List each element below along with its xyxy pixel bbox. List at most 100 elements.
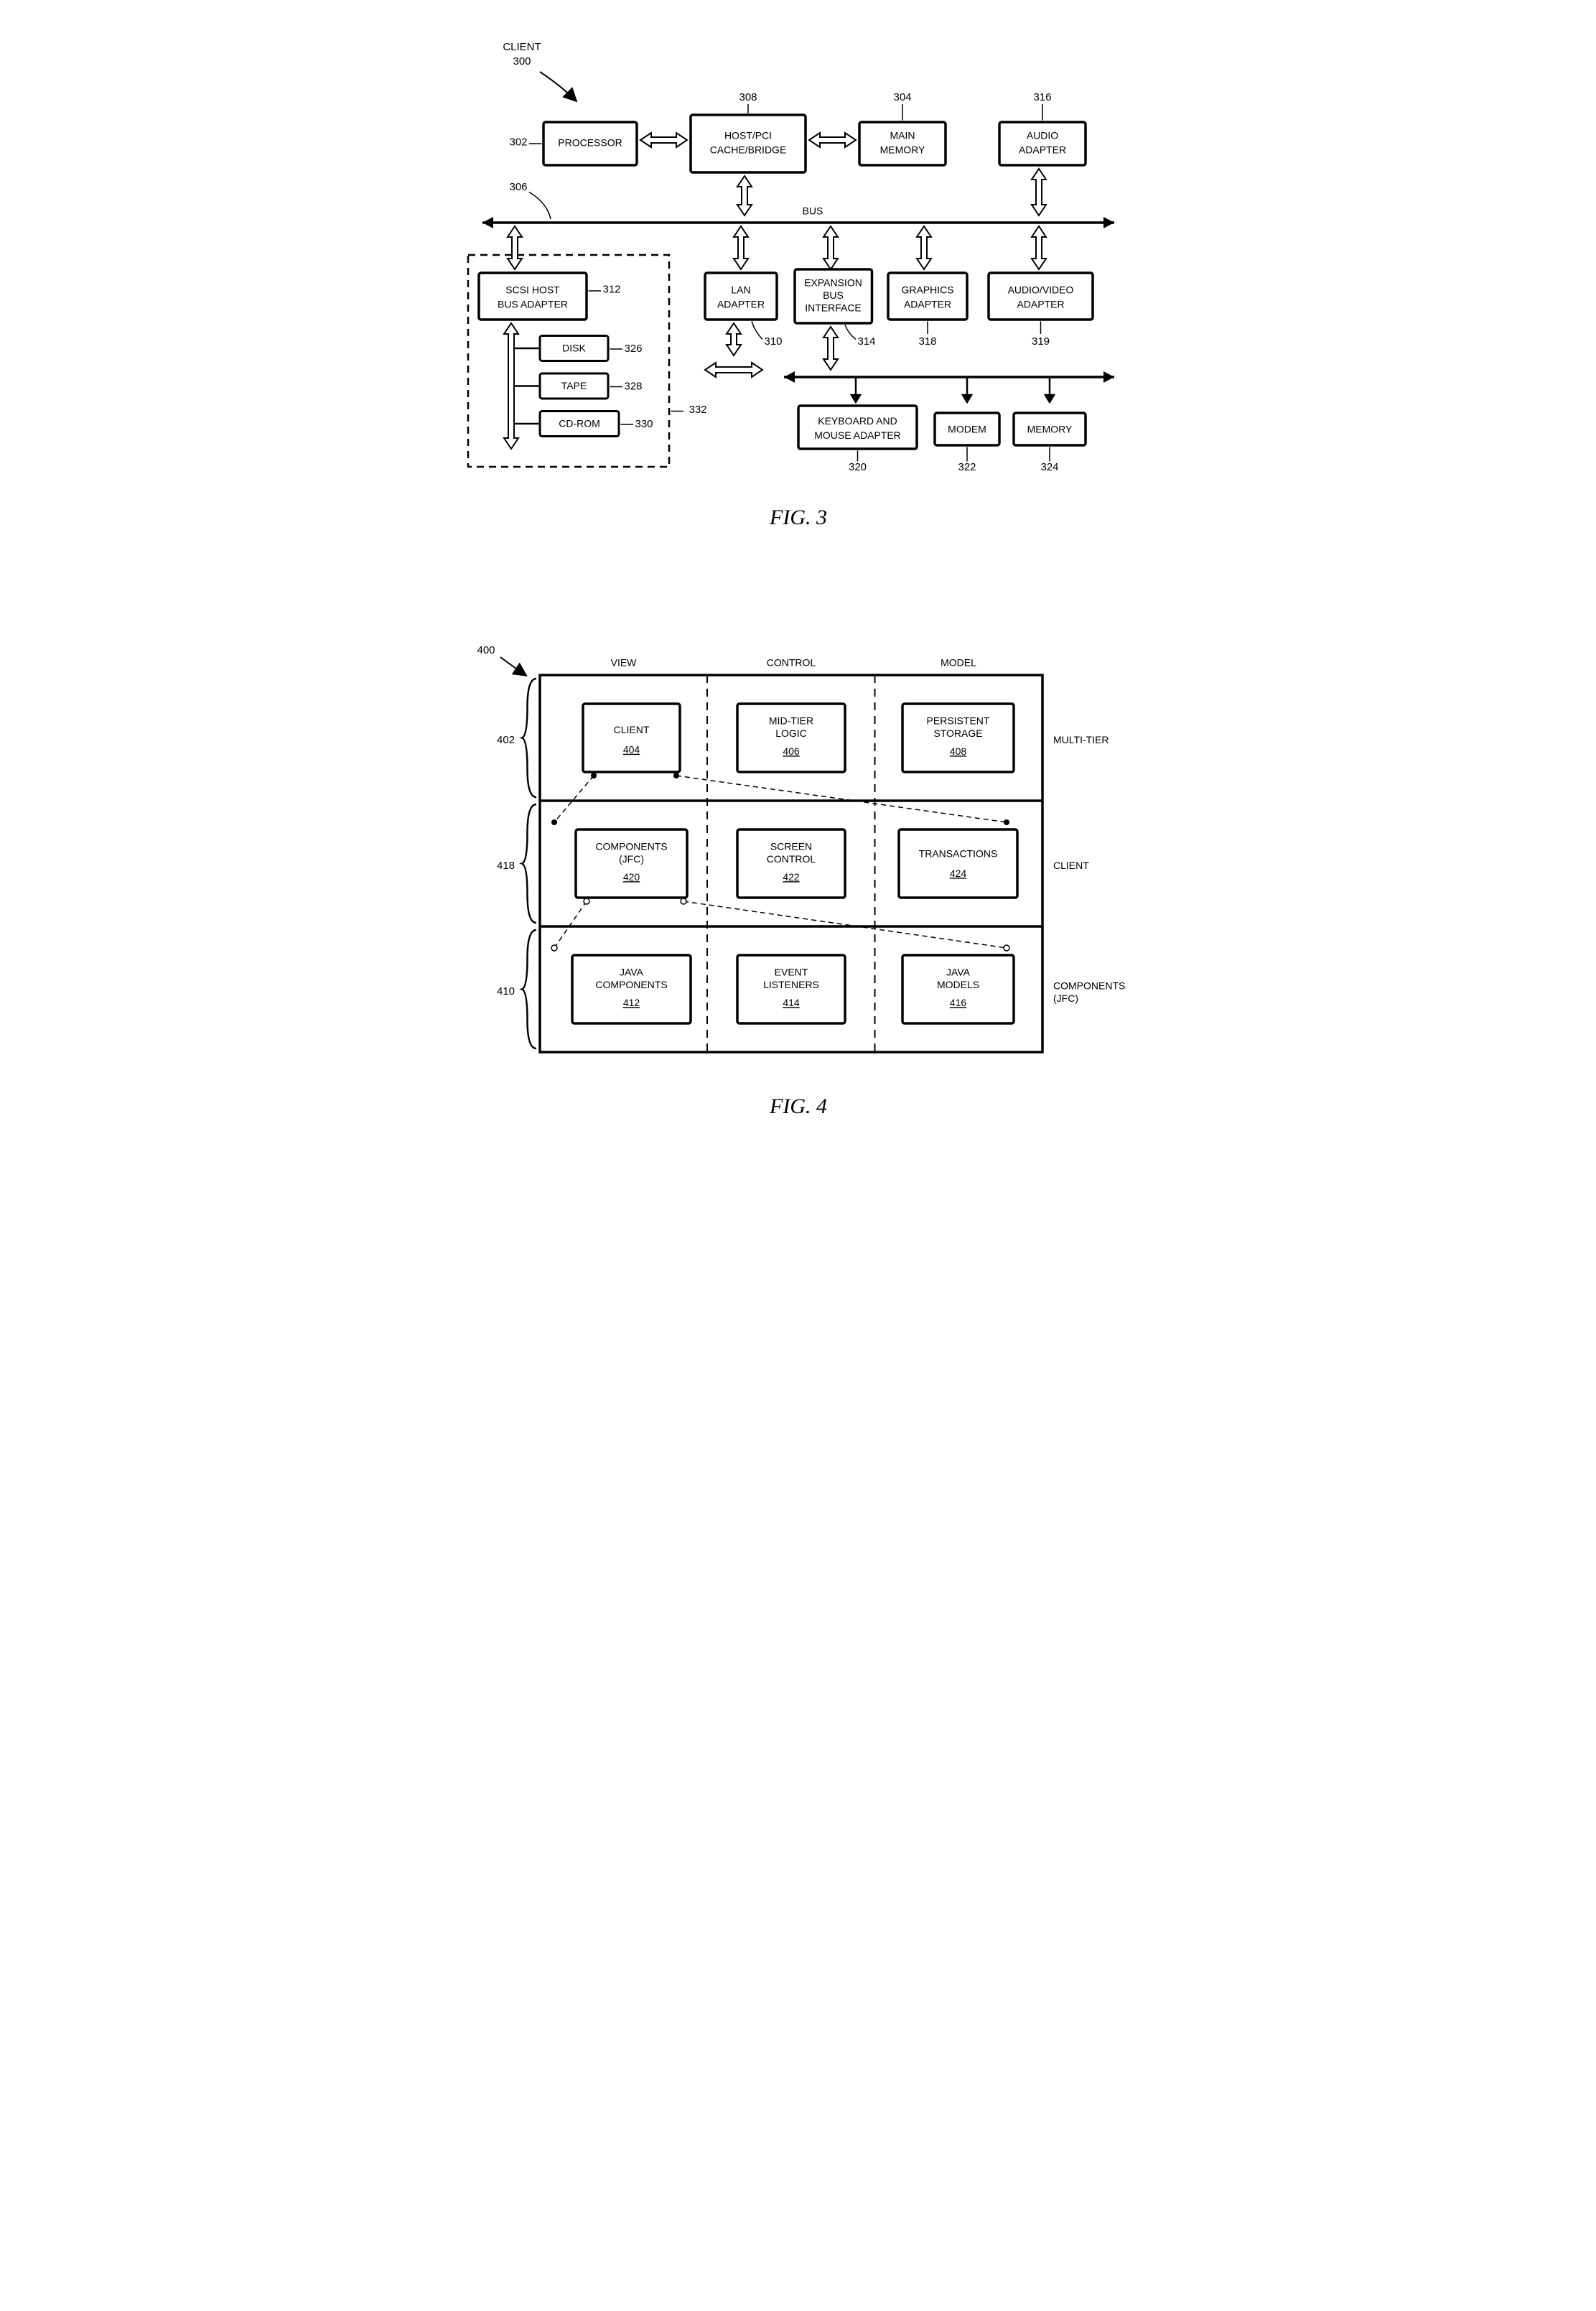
bus: BUS (482, 205, 1114, 228)
row3-ref: 410 (496, 985, 514, 998)
svg-text:MEMORY: MEMORY (1027, 424, 1072, 435)
bus-ref: 306 (509, 181, 527, 193)
svg-text:LISTENERS: LISTENERS (763, 979, 819, 990)
svg-text:JAVA: JAVA (620, 967, 644, 978)
row1-label: MULTI-TIER (1053, 734, 1109, 745)
lan-box: LAN ADAPTER (705, 273, 777, 320)
r2-view-box: COMPONENTS (JFC) 420 (576, 829, 687, 898)
processor-ref: 302 (509, 136, 527, 149)
svg-text:420: 420 (622, 871, 640, 883)
col-view: VIEW (610, 657, 637, 669)
svg-text:MAIN: MAIN (890, 130, 915, 141)
svg-text:GRAPHICS: GRAPHICS (901, 284, 953, 296)
cdrom-box: CD-ROM (540, 411, 619, 437)
row2-brace (522, 804, 536, 923)
mainmem-box: MAIN MEMORY (859, 122, 946, 165)
row3-label-l1: COMPONENTS (1053, 980, 1125, 992)
svg-text:DISK: DISK (562, 343, 586, 354)
svg-text:PERSISTENT: PERSISTENT (926, 715, 989, 727)
client-title: CLIENT (503, 41, 541, 53)
svg-text:CONTROL: CONTROL (766, 853, 816, 865)
row2-ref: 418 (496, 860, 514, 872)
r2-dashed (554, 901, 1007, 948)
svg-text:COMPONENTS: COMPONENTS (595, 841, 667, 852)
mainmem-ref: 304 (893, 91, 911, 103)
svg-text:SCSI HOST: SCSI HOST (505, 284, 560, 296)
row3-brace (522, 930, 536, 1048)
memory-box: MEMORY (1014, 413, 1086, 445)
svg-text:424: 424 (949, 868, 966, 879)
scsi-ref: 312 (602, 284, 620, 296)
lower-bus-spurs (851, 377, 1054, 402)
r1-model-box: PERSISTENT STORAGE 408 (902, 704, 1014, 772)
svg-text:STORAGE: STORAGE (933, 727, 982, 739)
svg-text:412: 412 (622, 997, 640, 1008)
svg-text:BUS: BUS (802, 205, 823, 217)
svg-text:ADAPTER: ADAPTER (903, 299, 951, 310)
hostpci-ref: 308 (739, 91, 757, 103)
r1-dashed (554, 776, 1007, 822)
svg-text:MODELS: MODELS (936, 979, 979, 990)
svg-text:JAVA: JAVA (946, 967, 971, 978)
tape-box: TAPE (540, 373, 608, 399)
figure-4: 400 VIEW CONTROL MODEL 402 MULTI-TIER 41… (439, 610, 1157, 1149)
lan-arrows (705, 323, 762, 377)
svg-text:(JFC): (JFC) (619, 853, 644, 865)
disk-ref: 326 (624, 343, 642, 355)
fig3-caption: FIG. 3 (769, 506, 827, 529)
bus-down-connectors (508, 226, 1046, 269)
r2-model-box: TRANSACTIONS 424 (899, 829, 1017, 898)
svg-text:BUS: BUS (823, 289, 844, 301)
svg-text:AUDIO: AUDIO (1026, 130, 1058, 141)
svg-text:414: 414 (783, 997, 800, 1008)
svg-text:CD-ROM: CD-ROM (559, 418, 600, 429)
svg-text:ADAPTER: ADAPTER (1018, 144, 1065, 156)
svg-text:CLIENT: CLIENT (613, 724, 649, 735)
r3-model-box: JAVA MODELS 416 (902, 955, 1014, 1023)
expbus-box: EXPANSION BUS INTERFACE (795, 269, 872, 323)
scsi-box: SCSI HOST BUS ADAPTER (479, 273, 587, 320)
r3-control-box: EVENT LISTENERS 414 (737, 955, 845, 1023)
svg-text:MOUSE ADAPTER: MOUSE ADAPTER (814, 429, 901, 441)
svg-text:404: 404 (622, 744, 640, 755)
expbus-ref: 314 (857, 335, 875, 348)
svg-text:406: 406 (783, 745, 800, 757)
svg-text:LAN: LAN (731, 284, 750, 296)
graphics-ref: 318 (918, 335, 936, 348)
svg-text:CACHE/BRIDGE: CACHE/BRIDGE (709, 144, 786, 156)
row1-brace (522, 679, 536, 797)
svg-text:INTERFACE: INTERFACE (805, 302, 862, 314)
expbus-down (823, 327, 838, 370)
fig4-ref: 400 (477, 644, 495, 656)
svg-text:TRANSACTIONS: TRANSACTIONS (918, 848, 997, 860)
col-model: MODEL (941, 657, 976, 669)
svg-text:408: 408 (949, 745, 966, 757)
row3-label-l2: (JFC) (1053, 992, 1078, 1004)
svg-text:TAPE: TAPE (561, 380, 587, 391)
col-control: CONTROL (766, 657, 816, 669)
kbmouse-ref: 320 (848, 461, 866, 473)
av-ref: 319 (1031, 335, 1049, 348)
modem-ref: 322 (958, 461, 976, 473)
svg-text:ADAPTER: ADAPTER (717, 299, 764, 310)
svg-text:LOGIC: LOGIC (775, 727, 807, 739)
tape-ref: 328 (624, 381, 642, 393)
svg-text:ADAPTER: ADAPTER (1017, 299, 1064, 310)
av-box: AUDIO/VIDEO ADAPTER (989, 273, 1093, 320)
row1-ref: 402 (496, 734, 514, 746)
svg-text:HOST/PCI: HOST/PCI (724, 130, 771, 141)
svg-text:KEYBOARD AND: KEYBOARD AND (818, 415, 897, 427)
audioadp-box: AUDIO ADAPTER (999, 122, 1086, 165)
svg-text:SCREEN: SCREEN (770, 841, 811, 852)
disk-box: DISK (540, 336, 608, 361)
svg-text:422: 422 (783, 871, 800, 883)
r1-view-box: CLIENT 404 (583, 704, 680, 772)
r2-control-box: SCREEN CONTROL 422 (737, 829, 845, 898)
modem-box: MODEM (935, 413, 999, 445)
scsi-group-ref: 332 (689, 404, 706, 416)
svg-text:MODEM: MODEM (948, 424, 986, 435)
kbmouse-box: KEYBOARD AND MOUSE ADAPTER (798, 406, 917, 449)
svg-text:EVENT: EVENT (774, 967, 808, 978)
lower-bus (784, 371, 1114, 383)
lan-ref: 310 (764, 335, 782, 348)
